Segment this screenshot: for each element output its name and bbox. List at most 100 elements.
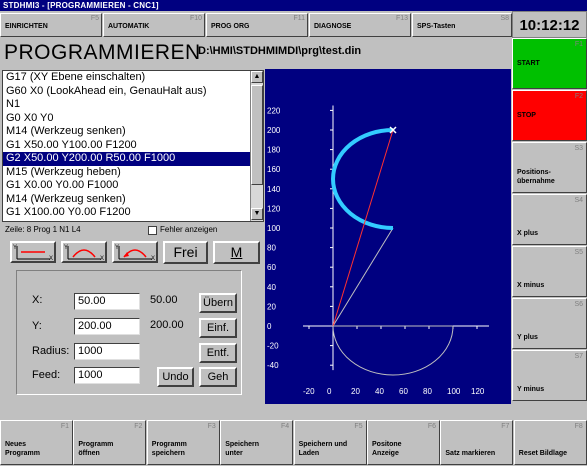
scroll-up-icon[interactable]: ▲ (251, 71, 263, 83)
y-tick-label: 100 (267, 224, 281, 233)
softkey-fkey: F8 (574, 423, 583, 430)
top-softkey-automatik[interactable]: AUTOMATIK F10 (103, 13, 205, 37)
side-softkey-y-minus[interactable]: Y minus S7 (512, 350, 587, 401)
y-tick-label: 140 (267, 185, 281, 194)
y-tick-label: 0 (267, 322, 272, 331)
frei-button[interactable]: Frei (163, 241, 208, 264)
x-tick-label: 120 (471, 387, 485, 396)
top-softkey-prog-org[interactable]: PROG ORG F11 (206, 13, 308, 37)
bottom-softkey-3[interactable]: Programm speichern F3 (146, 420, 220, 465)
softkey-fkey: S7 (574, 353, 583, 360)
y-tick-label: -40 (267, 361, 279, 370)
x-tick-label: 20 (351, 387, 360, 396)
y-tick-label: -20 (267, 342, 279, 351)
x-label: X: (32, 294, 43, 306)
einf-button[interactable]: Einf. (199, 318, 237, 338)
program-line[interactable]: G2 X50.00 Y200.00 R50.00 F1000 (3, 152, 263, 166)
bottom-softkey-5[interactable]: Speichern und Laden F5 (293, 420, 367, 465)
linear-move-icon: Y X (13, 245, 53, 262)
geh-button[interactable]: Geh (199, 367, 237, 387)
side-softkey-positions-übernahme[interactable]: Positions- übernahme S3 (512, 142, 587, 193)
side-softkey-stop[interactable]: STOP F2 (512, 90, 587, 141)
m-button[interactable]: M (213, 241, 260, 264)
svg-text:Y: Y (115, 245, 119, 251)
x-input[interactable]: 50.00 (74, 293, 140, 310)
softkey-label: EINRICHTEN (5, 23, 48, 30)
softkey-label: X minus (517, 282, 545, 289)
linear-move-button[interactable]: Y X (10, 241, 56, 263)
program-line[interactable]: G1 X100.00 Y0.00 F1200 (3, 206, 263, 220)
toolpath-canvas: 220200180160140120100806040200-20-40-20 0… (267, 105, 489, 396)
listing-scrollbar[interactable]: ▲ ▼ (250, 71, 263, 221)
softkey-fkey: F1 (60, 423, 69, 430)
status-line: Zeile: 8 Prog 1 N1 L4 (5, 225, 81, 234)
softkey-fkey: F6 (427, 423, 436, 430)
x-tick-label: 60 (399, 387, 408, 396)
show-errors-label: Fehler anzeigen (160, 225, 218, 234)
program-line[interactable]: M15 (Werkzeug heben) (3, 166, 263, 180)
softkey-label: Programm öffnen (78, 441, 114, 457)
softkey-fkey: F11 (293, 15, 305, 22)
x-tick-label: 100 (447, 387, 461, 396)
softkey-fkey: F3 (207, 423, 216, 430)
page-title: PROGRAMMIEREN (4, 41, 201, 64)
y-value: 200.00 (150, 319, 184, 331)
program-line[interactable]: G3 X0.00 Y0.00 R50.00 F1000 (3, 220, 263, 222)
bottom-softkey-7[interactable]: Satz markieren F7 (440, 420, 514, 465)
program-line[interactable]: N1 (3, 98, 263, 112)
arc-cw-button[interactable]: Y X (61, 241, 107, 263)
scroll-thumb[interactable] (251, 85, 263, 185)
softkey-label: AUTOMATIK (108, 23, 150, 30)
side-softkey-x-plus[interactable]: X plus S4 (512, 194, 587, 245)
program-line[interactable]: M14 (Werkzeug senken) (3, 125, 263, 139)
y-tick-label: 60 (267, 263, 276, 272)
softkey-label: PROG ORG (211, 23, 250, 30)
show-errors-checkbox[interactable] (148, 226, 157, 235)
y-input[interactable]: 200.00 (74, 318, 140, 335)
entf-button[interactable]: Entf. (199, 343, 237, 363)
window-title: STDHMI3 - [PROGRAMMIEREN - CNC1] (0, 0, 587, 11)
softkey-fkey: F5 (90, 15, 99, 22)
program-line[interactable]: M14 (Werkzeug senken) (3, 193, 263, 207)
top-softkey-einrichten[interactable]: EINRICHTEN F5 (0, 13, 102, 37)
y-tick-label: 220 (267, 106, 281, 115)
softkey-fkey: S6 (574, 301, 583, 308)
scroll-down-icon[interactable]: ▼ (251, 208, 263, 220)
bottom-softkey-2[interactable]: Programm öffnen F2 (73, 420, 147, 465)
feed-input[interactable]: 1000 (74, 367, 140, 384)
program-line[interactable]: G1 X0.00 Y0.00 F1000 (3, 179, 263, 193)
top-softkey-diagnose[interactable]: DIAGNOSE F13 (309, 13, 411, 37)
side-softkey-y-plus[interactable]: Y plus S6 (512, 298, 587, 349)
highlighted-arc (331, 128, 394, 230)
program-line[interactable]: G1 X50.00 Y100.00 F1200 (3, 139, 263, 153)
radius-label: Radius: (32, 345, 70, 357)
softkey-label: Speichern und Laden (298, 441, 348, 457)
program-listing[interactable]: G17 (XY Ebene einschalten) G60 X0 (LookAh… (2, 70, 264, 222)
softkey-fkey: S5 (574, 249, 583, 256)
arc-ccw-button[interactable]: Y X (112, 241, 158, 263)
uebern-button[interactable]: Übern (199, 293, 237, 313)
top-softkey-sps-tasten[interactable]: SPS-Tasten S8 (412, 13, 512, 37)
side-softkey-x-minus[interactable]: X minus S5 (512, 246, 587, 297)
x-tick-label: 80 (423, 387, 432, 396)
program-line[interactable]: G17 (XY Ebene einschalten) (3, 71, 263, 85)
softkey-fkey: F7 (501, 423, 510, 430)
bottom-softkey-4[interactable]: Speichern unter F4 (220, 420, 294, 465)
program-line[interactable]: G60 X0 (LookAhead ein, GenauHalt aus) (3, 85, 263, 99)
y-tick-label: 160 (267, 165, 281, 174)
radius-input[interactable]: 1000 (74, 343, 140, 360)
undo-button[interactable]: Undo (157, 367, 194, 387)
program-line[interactable]: G0 X0 Y0 (3, 112, 263, 126)
bottom-softkey-8[interactable]: Reset Bildlage F8 (513, 420, 587, 465)
side-softkey-start[interactable]: START F1 (512, 38, 587, 89)
softkey-fkey: S3 (574, 145, 583, 152)
file-path: D:\HMI\STDHMIMDI\prg\test.din (198, 45, 362, 57)
bottom-softkey-6[interactable]: Positone Anzeige F6 (367, 420, 440, 465)
y-label: Y: (32, 320, 42, 332)
softkey-label: Reset Bildlage (518, 450, 568, 457)
bottom-softkey-1[interactable]: Neues Programm F1 (0, 420, 73, 465)
toolpath-graphic[interactable]: 220 200 180 160 140 120 100 80 60 40 20 0 -20 -40 -20 0… (265, 69, 511, 404)
y-tick-label: 80 (267, 244, 276, 253)
softkey-label: Speichern unter (225, 441, 260, 457)
feed-label: Feed: (32, 369, 61, 381)
